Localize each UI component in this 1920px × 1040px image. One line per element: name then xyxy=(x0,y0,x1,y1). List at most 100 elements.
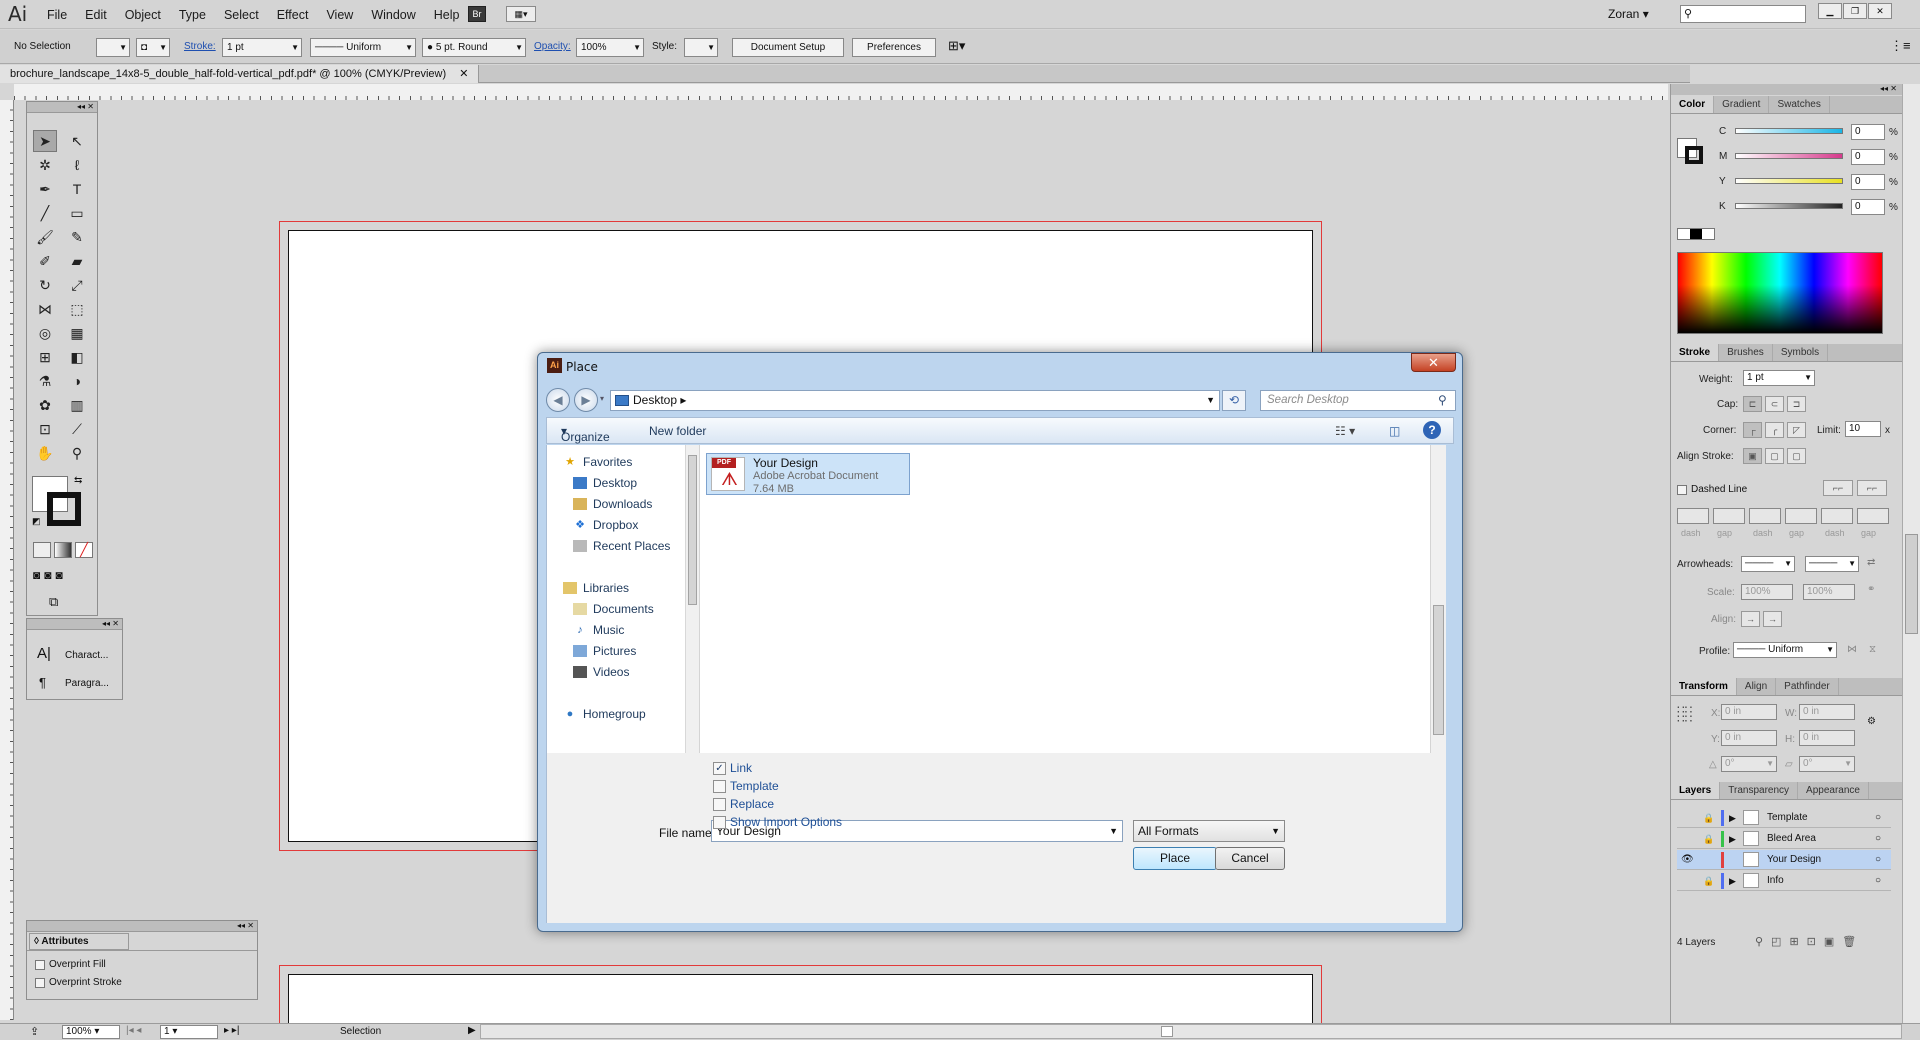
fill-swatch-dropdown[interactable] xyxy=(96,38,130,57)
transform-x-input[interactable]: 0 in xyxy=(1721,704,1777,720)
tab-appearance[interactable]: Appearance xyxy=(1798,782,1869,799)
visibility-eye-icon[interactable]: 👁 xyxy=(1681,850,1694,870)
layer-row[interactable]: 🔒 ▶ Info ○ xyxy=(1677,871,1891,891)
layer-row[interactable]: 👁 Your Design ○ xyxy=(1677,850,1891,870)
symbol-sprayer-tool-icon[interactable]: ✿ xyxy=(33,394,57,416)
free-transform-tool-icon[interactable]: ⬚ xyxy=(65,298,89,320)
menu-type[interactable]: Type xyxy=(170,8,215,22)
round-join-button[interactable]: ╭ xyxy=(1765,422,1784,438)
bridge-button[interactable]: Br xyxy=(468,6,486,22)
panel-menu-icon[interactable]: ⋮≡ xyxy=(1890,38,1911,54)
menu-edit[interactable]: Edit xyxy=(76,8,116,22)
stroke-weight-input[interactable]: 1 pt xyxy=(1743,370,1815,386)
help-icon[interactable]: ? xyxy=(1423,421,1441,439)
round-cap-button[interactable]: ⊂ xyxy=(1765,396,1784,412)
default-colors-icon[interactable]: ◩ xyxy=(32,516,41,527)
search-desktop-input[interactable]: Search Desktop xyxy=(1260,390,1456,411)
restore-button[interactable]: ❐ xyxy=(1843,3,1867,19)
channel-c-slider[interactable] xyxy=(1735,128,1843,134)
transform-w-input[interactable]: 0 in xyxy=(1799,704,1855,720)
expand-arrow-icon[interactable]: ▶ xyxy=(1729,829,1736,849)
new-folder-button[interactable]: New folder xyxy=(649,424,706,438)
attributes-tab[interactable]: ◊ Attributes xyxy=(29,933,129,950)
align-center-button[interactable]: ▣ xyxy=(1743,448,1762,464)
nav-documents[interactable]: Documents xyxy=(573,600,654,618)
cancel-button[interactable]: Cancel xyxy=(1215,847,1285,870)
artboard-navigator-icon[interactable]: ⇪ xyxy=(30,1025,39,1038)
file-format-select[interactable]: All Formats ▼ xyxy=(1133,820,1285,842)
artboard-tool-icon[interactable]: ⊡ xyxy=(33,418,57,440)
dash-corners-button[interactable]: ⌐⌐ xyxy=(1823,480,1853,496)
stroke-swatch-dropdown[interactable]: ◘ xyxy=(136,38,170,57)
close-app-button[interactable]: ✕ xyxy=(1868,3,1892,19)
dash-gap-input[interactable] xyxy=(1713,508,1745,524)
stroke-link[interactable]: Stroke: xyxy=(184,41,216,52)
file-scroll-thumb[interactable] xyxy=(1433,605,1444,735)
color-mode-icon[interactable] xyxy=(33,542,51,558)
menu-view[interactable]: View xyxy=(317,8,362,22)
back-button[interactable]: ◀ xyxy=(546,388,570,412)
shape-builder-tool-icon[interactable]: ◎ xyxy=(33,322,57,344)
dash-gap-input[interactable] xyxy=(1677,508,1709,524)
preview-pane-icon[interactable]: ◫ xyxy=(1389,424,1400,438)
tab-layers[interactable]: Layers xyxy=(1671,782,1721,799)
target-circle-icon[interactable]: ○ xyxy=(1875,850,1881,870)
screen-mode-icon[interactable]: ⧉ xyxy=(49,594,58,610)
brush-definition[interactable]: ● 5 pt. Round xyxy=(422,38,526,57)
lock-icon[interactable]: 🔒 xyxy=(1703,808,1714,828)
draw-mode-icons[interactable]: ◙◙◙ xyxy=(33,568,67,582)
overprint-fill-checkbox[interactable]: Overprint Fill xyxy=(35,959,106,970)
mesh-tool-icon[interactable]: ⊞ xyxy=(33,346,57,368)
channel-c-input[interactable]: 0 xyxy=(1851,124,1885,140)
type-tool-icon[interactable]: T xyxy=(65,178,89,200)
tools-panel-header[interactable]: ◂◂ ✕ xyxy=(27,102,97,113)
target-circle-icon[interactable]: ○ xyxy=(1875,808,1881,828)
overprint-stroke-checkbox[interactable]: Overprint Stroke xyxy=(35,977,122,988)
scroll-thumb[interactable] xyxy=(1905,534,1918,634)
arrow-end-scale[interactable]: 100% xyxy=(1803,584,1855,600)
file-item-your-design[interactable]: PDF ᗑ Your Design Adobe Acrobat Document… xyxy=(706,453,910,495)
projecting-cap-button[interactable]: ⊐ xyxy=(1787,396,1806,412)
transform-h-input[interactable]: 0 in xyxy=(1799,730,1855,746)
direct-selection-tool-icon[interactable]: ↖ xyxy=(65,130,89,152)
color-stroke-box[interactable] xyxy=(1685,146,1703,164)
dialog-close-button[interactable]: ✕ xyxy=(1411,353,1456,372)
close-tab-icon[interactable]: ✕ xyxy=(459,68,468,80)
paragraph-panel-button[interactable]: Paragra... xyxy=(65,678,109,689)
rotate-angle-input[interactable]: 0° xyxy=(1721,756,1777,772)
nav-pictures[interactable]: Pictures xyxy=(573,642,636,660)
magic-wand-tool-icon[interactable]: ✲ xyxy=(33,154,57,176)
nav-libraries[interactable]: Libraries xyxy=(563,579,629,597)
paintbrush-tool-icon[interactable]: 🖌 xyxy=(33,226,57,248)
gradient-tool-icon[interactable]: ◧ xyxy=(65,346,89,368)
help-search-input[interactable]: ⚲ xyxy=(1680,5,1806,23)
dashed-line-checkbox[interactable]: Dashed Line xyxy=(1677,484,1747,495)
arrow-align-tip-button[interactable]: → xyxy=(1741,611,1760,627)
tab-transparency[interactable]: Transparency xyxy=(1720,782,1799,799)
layer-row[interactable]: 🔒 ▶ Bleed Area ○ xyxy=(1677,829,1891,849)
scale-tool-icon[interactable]: ⤢ xyxy=(65,274,89,296)
hand-tool-icon[interactable]: ✋ xyxy=(33,442,57,464)
place-button[interactable]: Place xyxy=(1133,847,1217,870)
first-page-icon[interactable]: |◂ ◂ xyxy=(126,1025,141,1036)
transform-y-input[interactable]: 0 in xyxy=(1721,730,1777,746)
miter-limit-input[interactable]: 10 xyxy=(1845,421,1881,437)
change-view-icon[interactable]: ☷ ▾ xyxy=(1335,424,1355,438)
blend-tool-icon[interactable]: ◑ xyxy=(65,370,89,392)
nav-scroll-thumb[interactable] xyxy=(688,455,697,605)
lasso-tool-icon[interactable]: ℓ xyxy=(65,154,89,176)
document-tab[interactable]: brochure_landscape_14x8-5_double_half-fo… xyxy=(0,65,480,83)
nav-downloads[interactable]: Downloads xyxy=(573,495,652,513)
layer-row[interactable]: 🔒 ▶ Template ○ xyxy=(1677,808,1891,828)
option-replace-checkbox[interactable]: Replace xyxy=(713,797,774,811)
slice-tool-icon[interactable]: ⟋ xyxy=(65,418,89,440)
rotate-tool-icon[interactable]: ↻ xyxy=(33,274,57,296)
zoom-tool-icon[interactable]: ⚲ xyxy=(65,442,89,464)
lock-icon[interactable]: 🔒 xyxy=(1703,829,1714,849)
none-mode-icon[interactable]: ╱ xyxy=(75,542,93,558)
nav-favorites[interactable]: ★ Favorites xyxy=(563,453,632,471)
tab-transform[interactable]: Transform xyxy=(1671,678,1737,695)
nav-homegroup[interactable]: ● Homegroup xyxy=(563,705,646,723)
menu-effect[interactable]: Effect xyxy=(268,8,318,22)
expand-arrow-icon[interactable]: ▶ xyxy=(1729,871,1736,891)
